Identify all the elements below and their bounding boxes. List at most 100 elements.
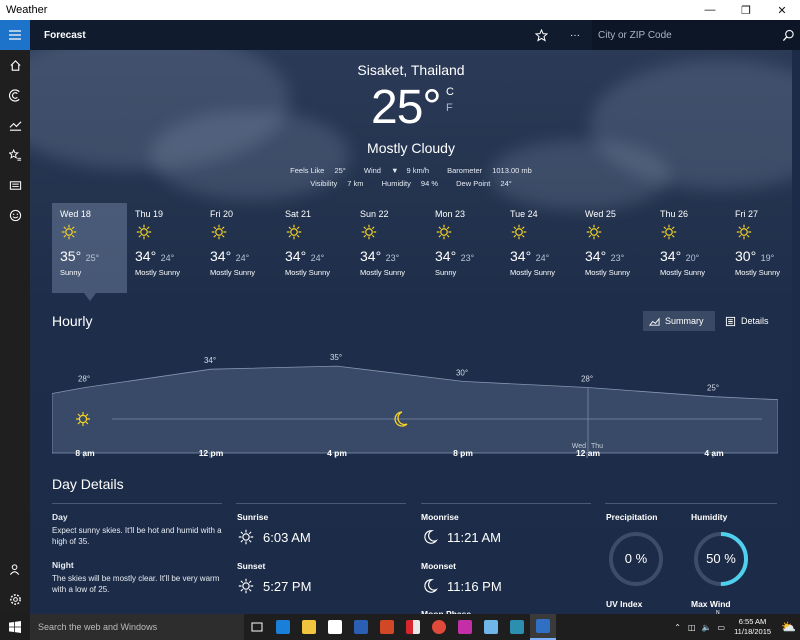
moonrise-label: Moonrise	[421, 512, 459, 522]
humidity-detail-label: Humidity	[691, 512, 728, 522]
day-low: 24°	[535, 253, 550, 263]
unit-fahrenheit-toggle[interactable]: F	[446, 102, 453, 114]
day-forecast-card[interactable]: Fri 27 30° 19° Mostly Sunny	[727, 203, 792, 293]
day-high: 34°	[585, 248, 607, 264]
search-button[interactable]	[776, 20, 800, 50]
search-input[interactable]	[592, 20, 776, 50]
cloud-sun-icon[interactable]: ⛅	[777, 620, 800, 634]
current-stats: Feels Like 25° Wind ▼ 9 km/h Barometer 10…	[30, 164, 792, 190]
day-high: 35°	[60, 248, 82, 264]
day-low: 19°	[760, 253, 775, 263]
minimize-button[interactable]: —	[692, 0, 728, 20]
taskbar-app-pink[interactable]	[452, 614, 478, 640]
taskbar-search[interactable]: Search the web and Windows	[30, 614, 244, 640]
nav-news[interactable]	[0, 170, 30, 200]
day-name: Fri 27	[735, 209, 759, 219]
temperature-area	[52, 365, 778, 454]
day-label: Day	[52, 512, 68, 522]
sunset-icon	[238, 578, 254, 594]
moon-icon	[424, 530, 439, 544]
day-condition: Mostly Sunny	[360, 268, 406, 277]
app-icon	[406, 620, 420, 634]
sunset-value: 5:27 PM	[237, 577, 311, 595]
night-summary: Night The skies will be mostly clear. It…	[52, 560, 228, 595]
close-button[interactable]: ✕	[764, 0, 800, 20]
sunrise-time: 6:03 AM	[263, 529, 311, 545]
taskbar-store[interactable]	[322, 614, 348, 640]
network-icon[interactable]: ◫	[685, 623, 699, 632]
sunrise-label: Sunrise	[237, 512, 269, 522]
day-high: 34°	[510, 248, 532, 264]
nav-settings[interactable]	[0, 584, 30, 614]
taskbar-word[interactable]	[348, 614, 374, 640]
day-forecast-card[interactable]: Mon 23 34° 23° Sunny	[427, 203, 502, 293]
taskbar-app-teal[interactable]	[504, 614, 530, 640]
hamburger-icon	[9, 30, 21, 40]
uv-index-label: UV Index	[606, 599, 643, 609]
sun-icon	[736, 224, 752, 240]
radar-icon	[8, 88, 20, 102]
nav-account[interactable]	[0, 554, 30, 584]
clock-date: 11/18/2015	[734, 627, 772, 636]
day-forecast-card[interactable]: Thu 19 34° 24° Mostly Sunny	[127, 203, 202, 293]
day-condition: Mostly Sunny	[735, 268, 781, 277]
notification-icon[interactable]: ▭	[715, 623, 729, 632]
hamburger-menu-button[interactable]	[0, 20, 30, 50]
taskbar-app-red[interactable]	[400, 614, 426, 640]
restore-button[interactable]: ❐	[728, 0, 764, 20]
task-view-button[interactable]	[244, 614, 270, 640]
favorite-button[interactable]	[524, 20, 558, 50]
nav-forecast[interactable]	[0, 50, 30, 80]
details-toggle[interactable]: Details	[719, 311, 776, 331]
app-icon	[510, 620, 524, 634]
day-low: 20°	[685, 253, 700, 263]
nav-feedback[interactable]	[0, 200, 30, 230]
more-button[interactable]: ···	[558, 20, 592, 50]
day-forecast-card[interactable]: Tue 24 34° 24° Mostly Sunny	[502, 203, 577, 293]
day-forecast-card[interactable]: Wed 25 34° 23° Mostly Sunny	[577, 203, 652, 293]
day-forecast-card[interactable]: Fri 20 34° 24° Mostly Sunny	[202, 203, 277, 293]
sunset-time: 5:27 PM	[263, 578, 312, 594]
humidity-detail-value: 50 %	[706, 551, 736, 566]
sun-icon	[661, 224, 677, 240]
chevron-up-icon[interactable]: ⌃	[670, 623, 685, 632]
dewpoint-label: Dew Point	[456, 179, 491, 188]
summary-toggle[interactable]: Summary	[643, 311, 715, 331]
taskbar-chrome[interactable]	[426, 614, 452, 640]
hour-label: 8 pm	[453, 448, 473, 458]
scrollbar[interactable]	[792, 50, 800, 614]
day-forecast-card[interactable]: Wed 18 35° 25° Sunny	[52, 203, 127, 301]
nav-maps[interactable]	[0, 80, 30, 110]
nav-places[interactable]	[0, 140, 30, 170]
day-high: 34°	[360, 248, 382, 264]
taskbar-edge[interactable]	[270, 614, 296, 640]
volume-icon[interactable]: 🔈	[699, 623, 715, 632]
wind-label: Wind	[363, 166, 381, 175]
day-forecast-card[interactable]: Sun 22 34° 23° Mostly Sunny	[352, 203, 427, 293]
day-high: 34°	[435, 248, 457, 264]
unit-celsius-toggle[interactable]: C	[446, 86, 454, 98]
taskbar-weather[interactable]	[530, 614, 556, 640]
taskbar-explorer[interactable]	[296, 614, 322, 640]
humidity-value: 94 %	[420, 179, 439, 188]
summary-label: Summary	[665, 316, 704, 326]
window-title: Weather	[6, 4, 48, 16]
day-condition: Mostly Sunny	[135, 268, 181, 277]
nav-historical[interactable]	[0, 110, 30, 140]
taskbar-powerpoint[interactable]	[374, 614, 400, 640]
clock[interactable]: 6:55 AM 11/18/2015	[728, 617, 777, 637]
moon-icon	[424, 579, 439, 593]
sunrise-icon	[238, 529, 254, 545]
day-name: Mon 23	[435, 209, 466, 219]
night-text: The skies will be mostly clear. It'll be…	[52, 574, 220, 594]
day-name: Fri 20	[210, 209, 234, 219]
day-forecast-card[interactable]: Sat 21 34° 24° Mostly Sunny	[277, 203, 352, 293]
taskbar-app-blue[interactable]	[478, 614, 504, 640]
day-forecast-card[interactable]: Thu 26 34° 20° Mostly Sunny	[652, 203, 727, 293]
search-icon	[782, 29, 794, 41]
start-button[interactable]	[0, 614, 30, 640]
windows-logo-icon	[9, 621, 21, 633]
current-temperature: 25°	[371, 81, 442, 134]
day-name: Sun 22	[360, 209, 389, 219]
task-view-icon	[251, 622, 263, 632]
